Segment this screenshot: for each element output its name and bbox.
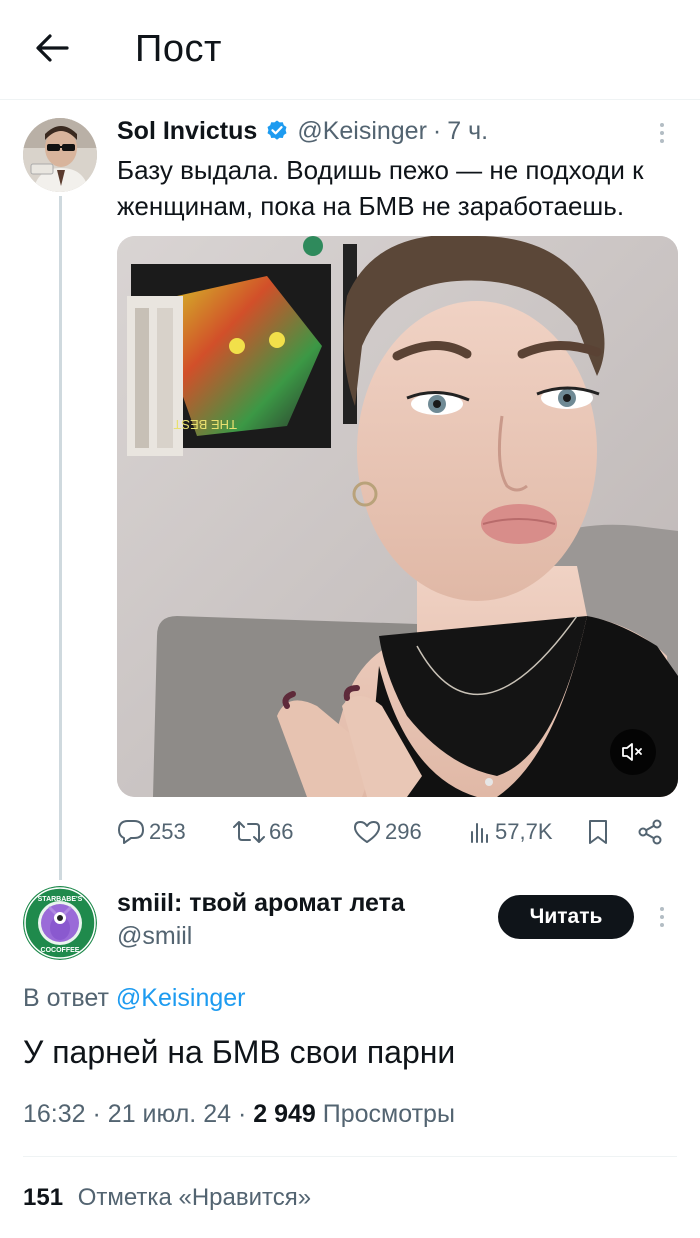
mute-button[interactable] bbox=[610, 729, 656, 775]
reply-date[interactable]: 21 июл. 24 bbox=[108, 1100, 231, 1128]
dot bbox=[660, 123, 664, 127]
starbabes-logo: STARBABE'S COCOFFEE bbox=[23, 886, 97, 960]
views-button[interactable]: 57,7K bbox=[469, 812, 553, 852]
reply-prefix: В ответ bbox=[23, 984, 109, 1012]
dot bbox=[660, 923, 664, 927]
author-name[interactable]: Sol Invictus bbox=[117, 117, 257, 146]
reply-meta: 16:32 · 21 июл. 24 · 2 949 Просмотры bbox=[23, 1100, 455, 1129]
reply-icon bbox=[118, 820, 144, 844]
separator-dot: · bbox=[432, 116, 442, 145]
thread-line bbox=[59, 196, 62, 880]
video-frame: THE BEST bbox=[117, 236, 678, 797]
reply-author-name[interactable]: smiil: твой аромат лета bbox=[117, 889, 405, 918]
repost-icon bbox=[233, 821, 265, 843]
tweet-text: Базу выдала. Водишь пежо — не подходи к … bbox=[117, 155, 644, 221]
poster-text: THE BEST bbox=[173, 417, 237, 432]
logo-text-top: STARBABE'S bbox=[38, 896, 83, 903]
repost-count: 66 bbox=[269, 819, 294, 844]
tweet-time[interactable]: 7 ч. bbox=[447, 117, 488, 146]
volume-muted-icon bbox=[622, 743, 642, 761]
author-handle[interactable]: @Keisinger bbox=[297, 117, 427, 146]
more-options-button[interactable] bbox=[650, 118, 674, 148]
reply-text: У парней на БМВ свои парни bbox=[23, 1034, 456, 1070]
reply-button[interactable]: 253 bbox=[117, 812, 186, 852]
reply-author-avatar[interactable]: STARBABE'S COCOFFEE bbox=[23, 886, 97, 960]
author-avatar[interactable] bbox=[23, 118, 97, 192]
reply-likes-count: 151 bbox=[23, 1184, 64, 1211]
reply-count: 253 bbox=[149, 819, 186, 844]
share-button[interactable] bbox=[637, 812, 663, 852]
like-icon bbox=[354, 821, 380, 843]
dot bbox=[660, 139, 664, 143]
like-count: 296 bbox=[385, 819, 422, 844]
dot bbox=[660, 907, 664, 911]
views-icon bbox=[471, 823, 488, 843]
divider bbox=[23, 1156, 677, 1157]
reply-author-handle[interactable]: @smiil bbox=[117, 922, 192, 951]
top-bar: Пост bbox=[0, 0, 700, 100]
views-count: 57,7K bbox=[495, 819, 553, 844]
tweet-actions: 253 66 296 57,7K bbox=[117, 812, 677, 852]
dot bbox=[660, 131, 664, 135]
reply-time[interactable]: 16:32 bbox=[23, 1100, 86, 1128]
verified-badge-icon bbox=[267, 120, 287, 140]
reply-likes-label: Отметка «Нравится» bbox=[77, 1184, 312, 1211]
logo-text-bottom: COCOFFEE bbox=[41, 947, 80, 954]
bookmark-icon bbox=[589, 820, 607, 844]
tweet-video[interactable]: THE BEST bbox=[117, 236, 678, 797]
page-title: Пост bbox=[135, 28, 222, 70]
reply-views-count: 2 949 bbox=[253, 1100, 316, 1128]
follow-button[interactable]: Читать bbox=[498, 895, 634, 939]
meta-sep: · bbox=[92, 1100, 101, 1128]
avatar-photo bbox=[23, 118, 97, 192]
reply-views-label[interactable]: Просмотры bbox=[323, 1100, 455, 1128]
like-button[interactable]: 296 bbox=[353, 812, 422, 852]
tweet-header: Sol Invictus @Keisinger · 7 ч. bbox=[117, 114, 488, 148]
repost-button[interactable]: 66 bbox=[233, 812, 293, 852]
arrow-left-icon bbox=[36, 34, 69, 62]
dot bbox=[660, 915, 664, 919]
back-button[interactable] bbox=[30, 26, 74, 70]
bookmark-button[interactable] bbox=[587, 812, 609, 852]
reply-likes[interactable]: 151 Отметка «Нравится» bbox=[23, 1184, 311, 1212]
share-icon bbox=[638, 819, 662, 845]
reply-context: В ответ @Keisinger bbox=[23, 984, 246, 1013]
meta-sep: · bbox=[237, 1100, 247, 1128]
reply-to-link[interactable]: @Keisinger bbox=[116, 984, 246, 1012]
reply-more-options-button[interactable] bbox=[650, 902, 674, 932]
